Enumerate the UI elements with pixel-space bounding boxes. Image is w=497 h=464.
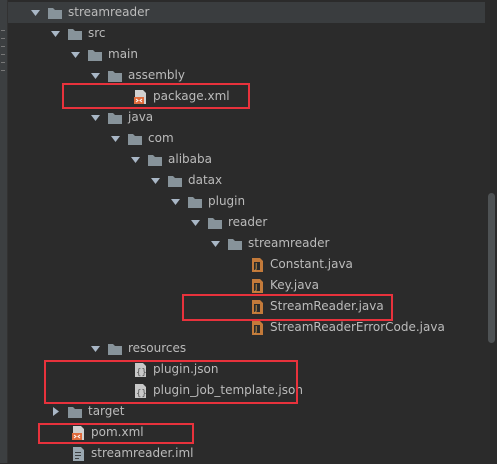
folder-icon — [187, 194, 203, 210]
left-tool-gutter — [0, 0, 8, 463]
tree-item-label: com — [148, 131, 174, 145]
scrollbar-thumb[interactable] — [488, 193, 495, 343]
tree-item-label: plugin_job_template.json — [153, 383, 303, 397]
tree-item-label: StreamReaderErrorCode.java — [270, 320, 445, 334]
tree-item-label: streamreader — [248, 236, 330, 250]
gutter-mark — [1, 38, 5, 39]
svg-text:J: J — [254, 262, 257, 271]
folder-icon — [127, 131, 143, 147]
json-file-icon: {} — [132, 383, 148, 399]
java-file-icon: J — [249, 278, 265, 294]
gutter-mark — [1, 70, 5, 71]
tree-item-label: main — [108, 47, 138, 61]
chevron-down-icon[interactable] — [210, 238, 221, 249]
folder-icon — [107, 68, 123, 84]
tree-item-label: src — [88, 26, 106, 40]
svg-text:J: J — [254, 283, 257, 292]
java-file-icon: J — [249, 299, 265, 315]
maven-file-icon — [70, 425, 86, 441]
chevron-down-icon[interactable] — [30, 7, 41, 18]
java-file-icon: J — [249, 257, 265, 273]
tree-item-java[interactable]: java — [8, 107, 485, 128]
folder-icon — [47, 5, 63, 21]
folder-icon — [147, 152, 163, 168]
tree-item-label: streamreader.iml — [91, 446, 194, 460]
folder-icon — [227, 236, 243, 252]
tree-item-src[interactable]: src — [8, 23, 485, 44]
svg-text:J: J — [254, 304, 257, 313]
tree-item-label: reader — [228, 215, 268, 229]
tree-item-plugin[interactable]: plugin — [8, 191, 485, 212]
tree-item-label: java — [128, 110, 154, 124]
java-file-icon: J — [249, 320, 265, 336]
gutter-mark — [1, 46, 5, 47]
tree-item-label: assembly — [128, 68, 185, 82]
tree-item-label: resources — [128, 341, 187, 355]
tree-item-label: pom.xml — [91, 425, 144, 439]
tree-item-label: package.xml — [153, 89, 230, 103]
tree-item-key-java[interactable]: J Key.java — [8, 275, 485, 296]
tree-item-streamreader-module[interactable]: streamreader — [8, 2, 485, 23]
tree-item-assembly[interactable]: assembly — [8, 65, 485, 86]
chevron-down-icon[interactable] — [90, 343, 101, 354]
chevron-down-icon[interactable] — [130, 154, 141, 165]
iml-file-icon — [70, 446, 86, 462]
gutter-mark — [1, 30, 5, 31]
tree-item-reader[interactable]: reader — [8, 212, 485, 233]
tree-item-com[interactable]: com — [8, 128, 485, 149]
tree-item-package-xml[interactable]: package.xml — [8, 86, 485, 107]
tree-item-alibaba[interactable]: alibaba — [8, 149, 485, 170]
gutter-mark — [1, 62, 5, 63]
gutter-mark — [1, 54, 5, 55]
folder-icon — [87, 47, 103, 63]
resources-folder-icon — [107, 341, 123, 357]
tree-item-label: plugin.json — [153, 362, 219, 376]
tree-item-label: Constant.java — [270, 257, 353, 271]
svg-text:{}: {} — [136, 368, 147, 378]
tree-item-streamreader-java[interactable]: J StreamReader.java — [8, 296, 485, 317]
tree-item-streamreader-iml[interactable]: streamreader.iml — [8, 443, 485, 464]
tree-item-label: datax — [188, 173, 223, 187]
tree-item-pom-xml[interactable]: pom.xml — [8, 422, 485, 443]
tree-item-target[interactable]: target — [8, 401, 485, 422]
chevron-down-icon[interactable] — [90, 70, 101, 81]
svg-text:J: J — [254, 325, 257, 334]
chevron-down-icon[interactable] — [150, 175, 161, 186]
chevron-down-icon[interactable] — [50, 28, 61, 39]
chevron-down-icon[interactable] — [90, 112, 101, 123]
tree-item-label: alibaba — [168, 152, 212, 166]
tree-item-streamreadererrorcode-java[interactable]: J StreamReaderErrorCode.java — [8, 317, 485, 338]
tree-item-resources[interactable]: resources — [8, 338, 485, 359]
xml-file-icon — [132, 89, 148, 105]
chevron-down-icon[interactable] — [70, 49, 81, 60]
chevron-down-icon[interactable] — [190, 217, 201, 228]
folder-icon — [67, 404, 83, 420]
tree-item-streamreader-package[interactable]: streamreader — [8, 233, 485, 254]
tree-item-datax[interactable]: datax — [8, 170, 485, 191]
folder-icon — [207, 215, 223, 231]
chevron-down-icon[interactable] — [170, 196, 181, 207]
tree-item-label: Key.java — [270, 278, 320, 292]
folder-icon — [67, 26, 83, 42]
tree-item-label: streamreader — [68, 5, 150, 19]
vertical-scrollbar[interactable] — [486, 0, 497, 463]
svg-text:{}: {} — [136, 389, 147, 399]
tree-item-label: target — [88, 404, 125, 418]
tree-item-label: StreamReader.java — [270, 299, 384, 313]
folder-icon — [167, 173, 183, 189]
chevron-down-icon[interactable] — [110, 133, 121, 144]
tree-item-label: plugin — [208, 194, 246, 208]
source-folder-icon — [107, 110, 123, 126]
tree-item-plugin-job-template-json[interactable]: {} plugin_job_template.json — [8, 380, 485, 401]
tree-item-main[interactable]: main — [8, 44, 485, 65]
json-file-icon: {} — [132, 362, 148, 378]
chevron-right-icon[interactable] — [50, 406, 61, 417]
tree-item-constant-java[interactable]: J Constant.java — [8, 254, 485, 275]
project-tree: streamreader src main assembly package.x… — [8, 0, 485, 463]
tree-item-plugin-json[interactable]: {} plugin.json — [8, 359, 485, 380]
